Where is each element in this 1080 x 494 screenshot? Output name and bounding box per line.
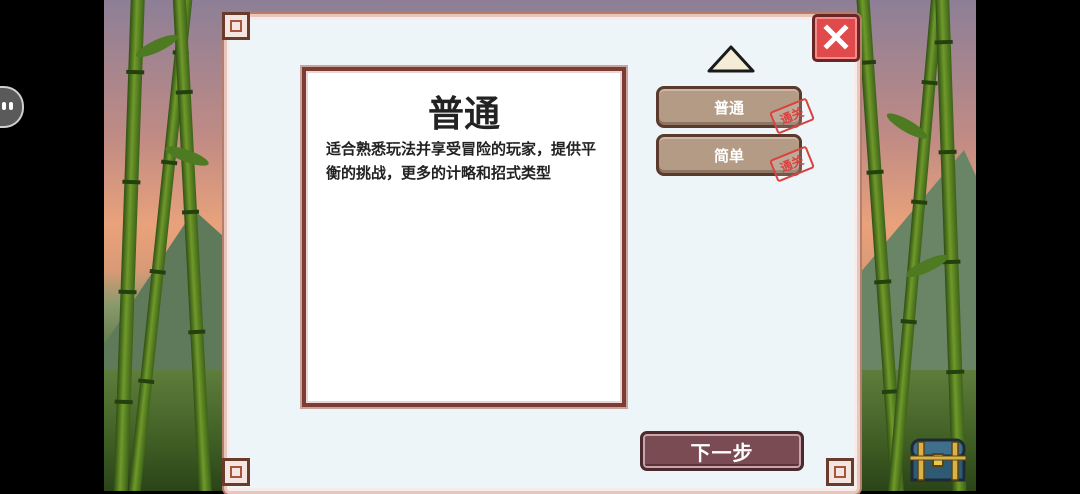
floating-assistant-icon[interactable] [0, 86, 24, 128]
corner-ornament [222, 458, 252, 488]
difficulty-button-label: 普通 [713, 98, 744, 117]
corner-ornament [222, 12, 252, 42]
corner-ornament [826, 458, 856, 488]
difficulty-title: 普通 [427, 94, 500, 135]
description-box: 普通 适合熟悉玩法并享受冒险的玩家，提供平衡的挑战，更多的计略和招式类型 [302, 67, 626, 407]
up-arrow-icon[interactable] [706, 44, 756, 74]
difficulty-button-label: 简单 [713, 146, 744, 165]
difficulty-description: 适合熟悉玩法并享受冒险的玩家，提供平衡的挑战，更多的计略和招式类型 [326, 140, 597, 182]
treasure-chest-icon[interactable] [908, 434, 968, 484]
next-step-button[interactable]: 下一步 [640, 431, 804, 471]
next-step-label: 下一步 [690, 440, 754, 465]
close-button[interactable] [812, 14, 860, 62]
close-icon [823, 24, 849, 50]
